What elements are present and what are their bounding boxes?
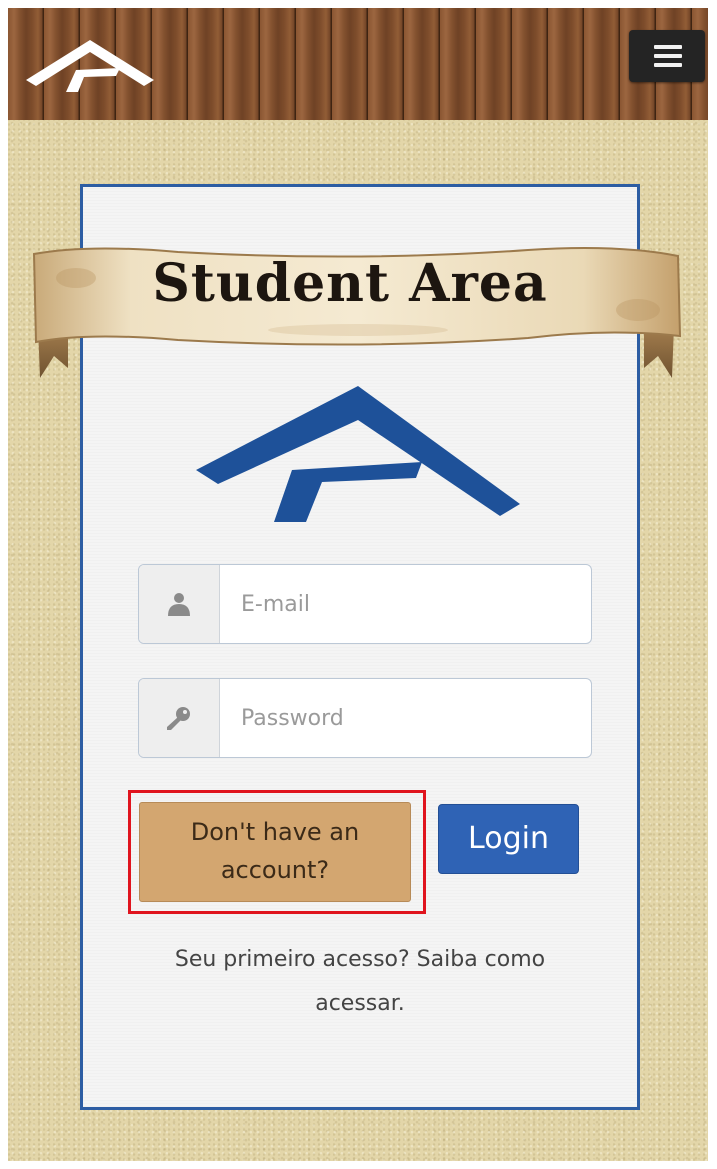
logo-icon[interactable] bbox=[26, 34, 154, 96]
email-addon bbox=[139, 565, 220, 643]
password-addon bbox=[139, 679, 220, 757]
email-input-group bbox=[138, 564, 592, 644]
user-icon bbox=[168, 593, 190, 616]
create-account-button[interactable]: Don't have an account? bbox=[139, 802, 411, 902]
menu-button[interactable] bbox=[629, 30, 705, 82]
password-field[interactable] bbox=[220, 679, 590, 757]
key-icon bbox=[167, 707, 190, 730]
banner-title: Student Area bbox=[152, 253, 548, 314]
email-field[interactable] bbox=[220, 565, 590, 643]
roof-arch-logo-icon bbox=[196, 386, 520, 522]
first-access-link[interactable]: Seu primeiro acesso? Saiba como acessar. bbox=[140, 938, 580, 1026]
password-input-group bbox=[138, 678, 592, 758]
login-button[interactable]: Login bbox=[438, 804, 579, 874]
header-bar bbox=[8, 8, 708, 120]
